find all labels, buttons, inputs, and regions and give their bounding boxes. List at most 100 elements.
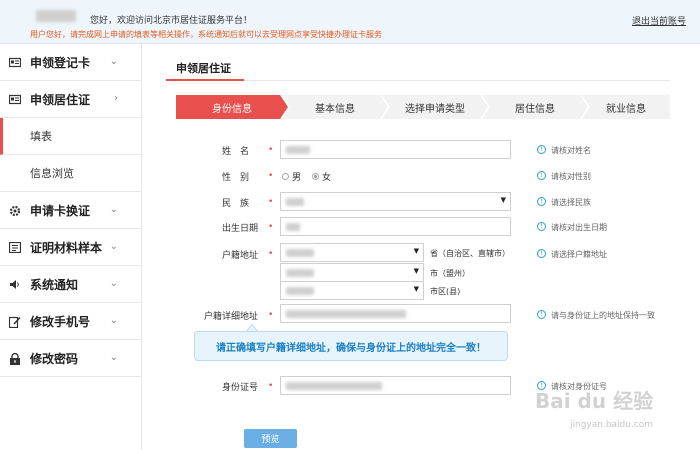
- step-employment-info[interactable]: 就业信息: [582, 95, 670, 119]
- info-icon: !: [537, 249, 546, 258]
- id-card-icon: [8, 57, 22, 68]
- gender-male-label: 男: [292, 173, 302, 183]
- name-hint: 请核对姓名: [551, 146, 591, 155]
- birthdate-hint: 请核对出生日期: [551, 223, 607, 232]
- id-number-field[interactable]: [280, 376, 511, 395]
- ethnicity-select[interactable]: ▼: [280, 192, 511, 211]
- dropdown-arrow-icon: ▼: [500, 196, 506, 204]
- notice-text: 用户您好，请完成网上申请的填表等相关操作，系统通知后就可以去受理网点享受快捷办理…: [30, 30, 382, 39]
- household-detail-label: 户籍详细地址: [204, 312, 259, 322]
- gender-hint: 请核对性别: [551, 172, 591, 181]
- birthdate-label: 出生日期: [222, 224, 259, 234]
- info-icon: !: [537, 197, 546, 206]
- required-mark: •: [268, 171, 274, 181]
- sidebar-item-system-notice[interactable]: 系统通知 ⌄: [0, 266, 142, 303]
- sidebar: 申领登记卡 ⌄ 申领居住证 › 填表 信息浏览 申请卡换证 ⌄ 证明材料样本 ⌄…: [0, 44, 142, 450]
- chevron-right-icon: ›: [114, 93, 118, 104]
- logout-link[interactable]: 退出当前账号: [632, 14, 686, 27]
- page-title: 申领居住证: [176, 62, 231, 75]
- info-icon: !: [537, 171, 546, 180]
- sidebar-item-label: 证明材料样本: [30, 240, 103, 255]
- sidebar-item-label: 申请卡换证: [30, 203, 91, 218]
- required-mark: •: [268, 197, 274, 207]
- sidebar-subitem-browse-info[interactable]: 信息浏览: [0, 155, 142, 192]
- city-suffix: 市（盟州）: [430, 269, 470, 278]
- household-detail-hint: 请与身份证上的地址保持一致: [551, 311, 655, 320]
- preview-button[interactable]: 预览: [244, 429, 297, 448]
- name-label: 姓 名: [222, 147, 250, 157]
- site-logo: [36, 10, 76, 22]
- sidebar-item-label: 系统通知: [30, 277, 79, 292]
- lock-icon: [9, 352, 21, 365]
- chevron-down-icon: ⌄: [109, 204, 118, 215]
- blurred-value: [286, 223, 300, 231]
- dropdown-arrow-icon: ▼: [413, 285, 419, 293]
- sidebar-item-apply-registration-card[interactable]: 申领登记卡 ⌄: [0, 44, 142, 81]
- province-suffix: 省（自治区、直辖市）: [430, 249, 510, 258]
- info-icon: !: [537, 310, 546, 319]
- document-icon: [8, 241, 22, 253]
- speaker-icon: [9, 279, 21, 290]
- blurred-value: [286, 198, 304, 206]
- district-suffix: 市区(县): [430, 287, 461, 296]
- sidebar-item-document-samples[interactable]: 证明材料样本 ⌄: [0, 229, 142, 266]
- sidebar-item-label: 修改密码: [30, 351, 79, 366]
- ethnicity-label: 民 族: [222, 199, 250, 209]
- required-mark: •: [268, 249, 274, 259]
- required-mark: •: [268, 145, 274, 155]
- sidebar-item-label: 修改手机号: [30, 314, 91, 329]
- sidebar-item-apply-residence-permit[interactable]: 申领居住证 ›: [0, 81, 142, 118]
- blurred-value: [286, 146, 310, 154]
- sidebar-subitem-fill-form[interactable]: 填表: [0, 118, 142, 155]
- province-select[interactable]: ▼: [280, 243, 424, 262]
- sidebar-item-card-exchange[interactable]: 申请卡换证 ⌄: [0, 192, 142, 229]
- required-mark: •: [268, 310, 274, 320]
- blurred-value: [286, 249, 314, 257]
- gender-female-radio[interactable]: [312, 173, 319, 180]
- title-divider-accent: [166, 79, 244, 81]
- household-detail-field[interactable]: [280, 304, 511, 323]
- sidebar-item-change-phone[interactable]: 修改手机号 ⌄: [0, 303, 142, 340]
- required-mark: •: [268, 222, 274, 232]
- gender-male-radio[interactable]: [282, 173, 289, 180]
- chevron-down-icon: ⌄: [109, 56, 118, 67]
- district-select[interactable]: ▼: [280, 281, 424, 300]
- info-icon: !: [537, 222, 546, 231]
- chevron-down-icon: ⌄: [109, 278, 118, 289]
- gender-label: 性 别: [222, 173, 250, 183]
- dropdown-arrow-icon: ▼: [413, 267, 419, 275]
- edit-icon: [8, 316, 21, 328]
- step-application-type[interactable]: 选择申请类型: [382, 95, 488, 119]
- city-select[interactable]: ▼: [280, 263, 424, 282]
- watermark-url: jingyan.baidu.com: [570, 420, 654, 430]
- sidebar-item-label: 申领登记卡: [30, 55, 91, 70]
- household-label: 户籍地址: [222, 251, 259, 261]
- blurred-value: [286, 382, 382, 390]
- birthdate-field[interactable]: [280, 217, 511, 236]
- name-field[interactable]: [280, 140, 511, 159]
- required-mark: •: [268, 381, 274, 391]
- chevron-down-icon: ⌄: [109, 241, 118, 252]
- step-residence-info[interactable]: 居住信息: [482, 95, 588, 119]
- chevron-down-icon: ⌄: [109, 352, 118, 363]
- blurred-value: [286, 269, 314, 277]
- dropdown-arrow-icon: ▼: [413, 247, 419, 255]
- id-number-label: 身份证号: [222, 383, 259, 393]
- sidebar-item-label: 申领居住证: [30, 92, 91, 107]
- address-tooltip: 请正确填写户籍详细地址，确保与身份证上的地址完全一致！: [194, 331, 508, 361]
- blurred-value: [286, 310, 406, 318]
- info-icon: !: [537, 145, 546, 154]
- top-bar: 您好，欢迎访问北京市居住证服务平台！ 用户您好，请完成网上申请的填表等相关操作，…: [0, 0, 700, 44]
- ethnicity-hint: 请选择民族: [551, 198, 591, 207]
- gender-female-label: 女: [322, 173, 332, 183]
- sidebar-item-change-password[interactable]: 修改密码 ⌄: [0, 340, 142, 377]
- gear-icon: [9, 205, 21, 216]
- step-identity-info[interactable]: 身份信息: [176, 95, 288, 119]
- chevron-down-icon: ⌄: [109, 315, 118, 326]
- household-hint: 请选择户籍地址: [551, 250, 607, 259]
- step-basic-info[interactable]: 基本信息: [282, 95, 388, 119]
- welcome-text: 您好，欢迎访问北京市居住证服务平台！: [90, 16, 253, 26]
- card-icon: [8, 94, 22, 105]
- blurred-value: [286, 287, 314, 295]
- watermark-logo: Bai du 经验: [535, 389, 654, 413]
